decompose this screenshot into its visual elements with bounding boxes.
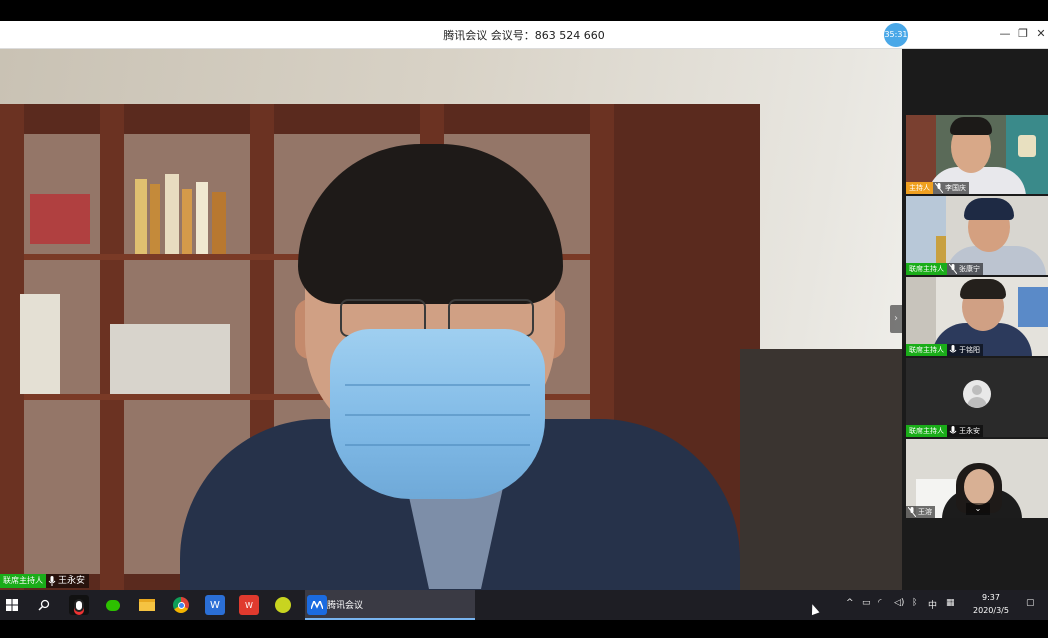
video-background-desk: [740, 349, 902, 590]
participant-name: 李国庆: [945, 184, 966, 192]
microphone-icon: [949, 426, 957, 434]
microphone-muted-icon: [935, 183, 943, 193]
co-host-badge: 联席主持人: [0, 574, 46, 588]
microphone-icon: [949, 345, 957, 353]
media-player-icon[interactable]: [273, 595, 293, 615]
taskbar-active-app-label: 腾讯会议: [327, 601, 364, 611]
notification-center-icon[interactable]: ▢: [1026, 598, 1035, 608]
main-speaker-name: 王永安: [58, 576, 86, 586]
wps-icon[interactable]: W: [239, 595, 259, 615]
co-host-badge: 联席主持人: [906, 344, 947, 356]
collapse-panel-chevron-icon[interactable]: ›: [890, 305, 902, 333]
clock-date: 2020/3/5: [973, 606, 1009, 615]
network-icon[interactable]: ◜: [878, 598, 882, 608]
tray-expand-chevron-icon[interactable]: ^: [846, 598, 854, 608]
window-title-bar: 腾讯会议 会议号：863 524 660 35:31 — ❐ ✕: [0, 21, 1048, 49]
co-host-badge: 联席主持人: [906, 263, 947, 275]
participant-name: 王溶: [918, 508, 932, 516]
speaker-figure: [180, 144, 740, 590]
participant-tile[interactable]: 王溶 ⌄: [906, 439, 1048, 518]
minimize-button[interactable]: —: [996, 25, 1014, 43]
chrome-icon[interactable]: [171, 595, 191, 615]
maximize-button[interactable]: ❐: [1014, 25, 1032, 43]
microphone-muted-icon: [949, 264, 957, 274]
co-host-badge: 联席主持人: [906, 425, 947, 437]
bluetooth-icon[interactable]: ᛒ: [912, 598, 917, 608]
desktop-screen: 腾讯会议 会议号：863 524 660 35:31 — ❐ ✕ 联席主持人 王…: [0, 0, 1048, 638]
participant-tile[interactable]: 联席主持人 张康宁: [906, 196, 1048, 275]
tencent-meeting-icon: [307, 595, 327, 615]
participant-tile[interactable]: 联席主持人 王永安: [906, 358, 1048, 437]
volume-icon[interactable]: ◁): [894, 598, 904, 608]
main-speaker-label: 联席主持人 王永安: [0, 574, 90, 588]
screen-bottom-border: [0, 620, 1048, 638]
search-icon[interactable]: [34, 595, 54, 615]
windows-start-icon[interactable]: [2, 595, 22, 615]
ime-icon[interactable]: ▦: [946, 598, 955, 608]
file-explorer-icon[interactable]: [137, 595, 157, 615]
battery-icon[interactable]: ▭: [862, 598, 871, 608]
host-badge: 主持人: [906, 182, 933, 194]
microphone-icon: [48, 576, 56, 586]
participant-tile[interactable]: 联席主持人 于铭阳: [906, 277, 1048, 356]
input-language-indicator[interactable]: 中: [928, 598, 937, 611]
avatar: [963, 380, 991, 408]
clock-time: 9:37: [982, 593, 1000, 602]
participant-name: 于铭阳: [959, 346, 980, 354]
system-clock[interactable]: 9:37 2020/3/5: [968, 591, 1014, 617]
wechat-icon[interactable]: [103, 595, 123, 615]
close-button[interactable]: ✕: [1032, 25, 1048, 43]
participant-tile[interactable]: 主持人 李国庆: [906, 115, 1048, 194]
microphone-muted-icon: [908, 507, 916, 517]
main-speaker-video[interactable]: [0, 49, 902, 590]
taskbar-tencent-meeting[interactable]: 腾讯会议: [305, 590, 475, 620]
wps-writer-icon[interactable]: W: [205, 595, 225, 615]
participant-name: 王永安: [959, 427, 980, 435]
windows-taskbar: W W 腾讯会议 ^ ▭ ◜ ◁) ᛒ 中 ▦ 9:37 2020/3/5 ▢: [0, 590, 1048, 620]
participant-name: 张康宁: [959, 265, 980, 273]
scroll-down-chevron-icon[interactable]: ⌄: [966, 503, 990, 515]
meeting-timer: 35:31: [884, 23, 908, 47]
qq-icon[interactable]: [69, 595, 89, 615]
